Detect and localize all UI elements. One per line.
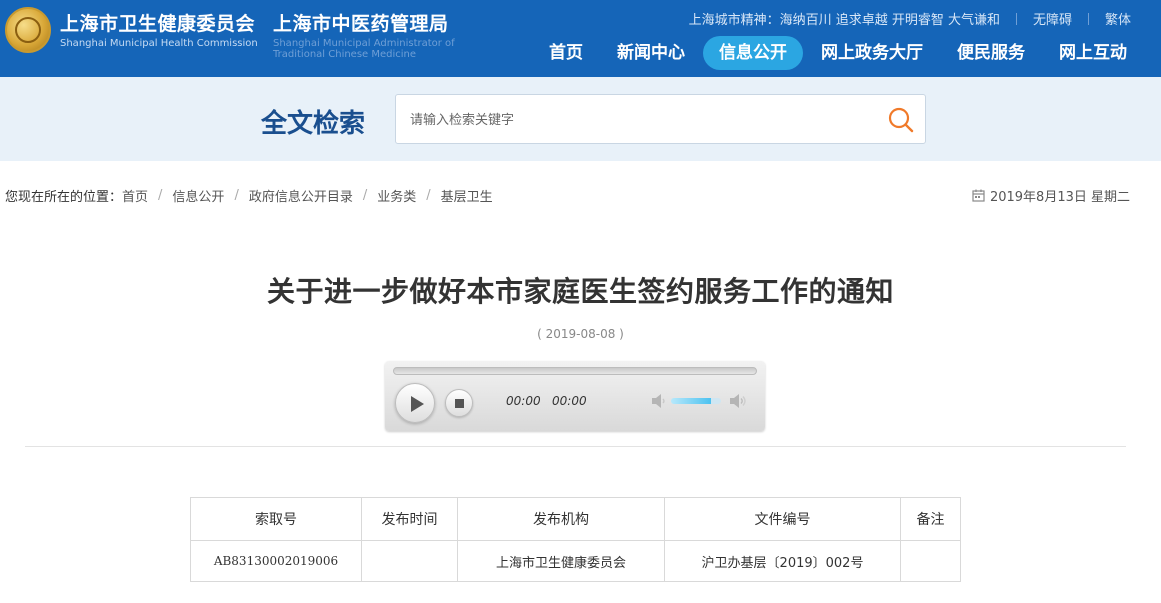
nav-item-news[interactable]: 新闻中心 [601,36,701,70]
nav-item-online-services[interactable]: 网上政务大厅 [805,36,939,70]
nav-item-info-disclosure[interactable]: 信息公开 [703,36,803,70]
breadcrumb: 您现在所在的位置： 首页 / 信息公开 / 政府信息公开目录 / 业务类 / 基… [5,186,493,205]
volume-level [671,398,711,404]
divider [1087,12,1089,25]
column-header-remarks: 备注 [900,497,961,541]
nav-item-home[interactable]: 首页 [533,36,599,70]
main-nav: 首页 新闻中心 信息公开 网上政务大厅 便民服务 网上互动 [531,36,1143,70]
document-info-table: 索取号 发布时间 发布机构 文件编号 备注 AB83130002019006 上… [190,497,961,582]
audio-current-time: 00:00 [506,394,541,408]
volume-max-icon[interactable] [728,391,748,411]
traditional-chinese-link[interactable]: 繁体 [1105,9,1131,28]
breadcrumb-item-info-disclosure[interactable]: 信息公开 [172,186,224,205]
article-title: 关于进一步做好本市家庭医生签约服务工作的通知 [266,275,894,308]
breadcrumb-separator: / [362,188,368,203]
divider [1015,12,1017,25]
calendar-icon [972,189,985,202]
volume-mute-icon[interactable] [650,392,668,410]
emblem-ring [15,17,41,43]
audio-player: 00:00 00:00 [385,361,765,431]
breadcrumb-separator: / [234,188,239,203]
accessibility-link[interactable]: 无障碍 [1033,9,1072,28]
search-input[interactable] [410,109,870,131]
search-icon [888,107,914,133]
org1-english-name: Shanghai Municipal Health Commission [60,38,258,49]
column-header-publisher: 发布机构 [457,497,665,541]
site-header: 上海市卫生健康委员会 Shanghai Municipal Health Com… [0,0,1161,77]
breadcrumb-item-business[interactable]: 业务类 [377,186,416,205]
play-button[interactable] [395,383,435,423]
current-date-text: 2019年8月13日 星期二 [989,190,1130,205]
cell-index-number: AB83130002019006 [190,540,362,582]
content-divider [25,446,1126,447]
volume-slider[interactable] [671,398,721,404]
column-header-document-number: 文件编号 [664,497,901,541]
breadcrumb-separator: / [158,188,163,203]
current-date: 2019年8月13日 星期二 [972,186,1130,205]
search-box [395,94,926,144]
cell-remarks [900,540,961,582]
breadcrumb-item-primary-care[interactable]: 基层卫生 [441,186,493,205]
cell-publish-time [361,540,458,582]
audio-progress-bar[interactable] [393,367,757,375]
city-spirit-text: 上海城市精神：海纳百川 追求卓越 开明睿智 大气谦和 [688,13,1000,28]
breadcrumb-item-catalog[interactable]: 政府信息公开目录 [249,186,353,205]
article-date: ( 2019-08-08 ) [537,327,624,341]
search-button[interactable] [887,106,915,134]
org-name-tcm-administration[interactable]: 上海市中医药管理局 Shanghai Municipal Administrat… [273,9,473,60]
breadcrumb-item-home[interactable]: 首页 [122,186,148,205]
table-header-row: 索取号 发布时间 发布机构 文件编号 备注 [190,497,961,541]
column-header-publish-time: 发布时间 [361,497,458,541]
org1-chinese-name: 上海市卫生健康委员会 [60,13,256,35]
play-icon [411,396,424,412]
nav-item-convenience[interactable]: 便民服务 [941,36,1041,70]
search-title: 全文检索 [261,109,366,139]
org2-chinese-name: 上海市中医药管理局 [273,13,449,35]
breadcrumb-prefix: 您现在所在的位置： [5,190,123,205]
org-name-health-commission[interactable]: 上海市卫生健康委员会 Shanghai Municipal Health Com… [60,9,258,49]
emblem-logo[interactable] [5,7,51,53]
breadcrumb-separator: / [426,188,431,203]
nav-item-interaction[interactable]: 网上互动 [1043,36,1143,70]
table-row: AB83130002019006 上海市卫生健康委员会 沪卫办基层〔2019〕0… [190,540,961,582]
audio-duration: 00:00 [552,394,587,408]
stop-icon [455,399,464,408]
column-header-index-number: 索取号 [190,497,362,541]
top-utility-bar: 上海城市精神：海纳百川 追求卓越 开明睿智 大气谦和 无障碍 繁体 [689,9,1131,28]
org2-english-name: Shanghai Municipal Administrator of Trad… [273,38,455,60]
cell-publisher: 上海市卫生健康委员会 [457,540,665,582]
stop-button[interactable] [445,389,473,417]
cell-document-number: 沪卫办基层〔2019〕002号 [664,540,901,582]
